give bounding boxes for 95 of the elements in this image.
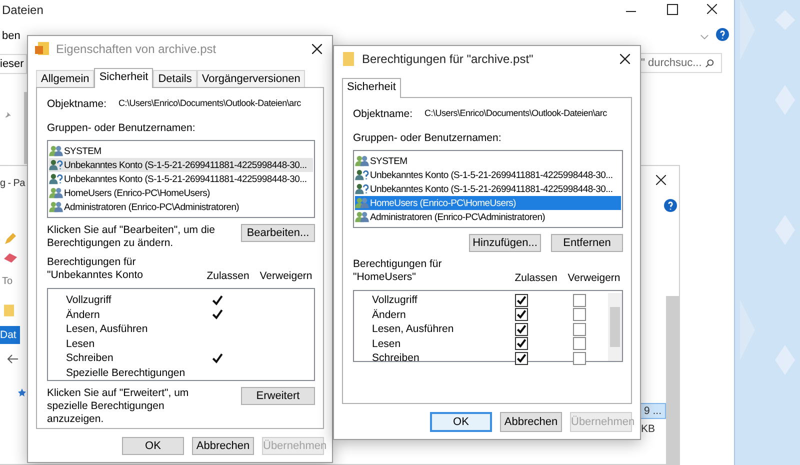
section-label: Gruppen- oder Benutzernamen: — [353, 132, 502, 144]
remove-button[interactable]: Entfernen — [551, 234, 623, 252]
size-text: KB — [641, 423, 656, 435]
permission-name: Schreiben — [66, 352, 114, 364]
user-list-item[interactable]: SYSTEM — [355, 154, 621, 168]
permission-name: Vollzugriff — [66, 294, 112, 306]
menu-item[interactable]: ben — [2, 30, 20, 42]
edit-button[interactable]: Bearbeiten... — [241, 224, 315, 242]
section-label: Berechtigungen für "HomeUsers" — [353, 258, 443, 284]
user-list-item[interactable]: SYSTEM — [49, 144, 313, 158]
tab[interactable]: Details — [153, 70, 197, 87]
users-icon — [49, 201, 63, 213]
maximize-icon[interactable] — [667, 4, 678, 15]
permission-name: Ändern — [66, 308, 101, 321]
close-icon[interactable] — [312, 44, 322, 54]
object-path: C:\Users\Enrico\Documents\Outlook-Dateien\arc — [118, 98, 301, 110]
file-button[interactable]: 9 ... — [640, 403, 666, 419]
dialog-button[interactable]: OK — [122, 437, 184, 455]
users-icon — [355, 197, 369, 209]
checkbox[interactable] — [572, 337, 586, 350]
unknown-user-icon — [355, 183, 369, 195]
close-icon[interactable] — [620, 54, 630, 64]
users-icon — [49, 145, 63, 157]
users-icon — [355, 155, 369, 167]
chevron-icon[interactable] — [700, 34, 709, 40]
advanced-button[interactable]: Erweitert — [241, 387, 315, 405]
column-header: Verweigern — [566, 272, 622, 284]
unknown-user-icon — [49, 173, 63, 185]
field-label: Objektname: — [353, 108, 413, 120]
folder-icon — [4, 304, 14, 317]
object-path: C:\Users\Enrico\Documents\Outlook-Dateien\arc — [424, 108, 607, 120]
user-list-item[interactable]: Unbekanntes Konto (S-1-5-21-2699411881-4225998448-30... — [49, 158, 313, 172]
help-icon[interactable] — [716, 28, 729, 41]
user-list-item[interactable]: HomeUsers (Enrico-PC\HomeUsers) — [49, 186, 313, 200]
help-icon[interactable] — [664, 199, 677, 212]
close-icon[interactable] — [656, 175, 666, 185]
section-label: Berechtigungen für "Unbekanntes Konto — [47, 256, 144, 282]
section-label: Gruppen- oder Benutzernamen: — [47, 122, 196, 134]
user-list-item[interactable]: Unbekanntes Konto (S-1-5-21-2699411881-4225998448-30... — [355, 182, 621, 196]
hint-text: Klicken Sie auf "Erweitert", um spezielle Berechtigungen anzuzeigen. — [47, 387, 190, 426]
dialog-button[interactable]: OK — [430, 412, 492, 432]
checkbox[interactable] — [514, 337, 528, 350]
users-icon — [355, 211, 369, 223]
permission-name: Lesen — [372, 338, 402, 350]
ribbon-tab[interactable]: Dat — [0, 326, 20, 344]
dialog-button[interactable]: Abbrechen — [500, 412, 562, 432]
tab[interactable]: Sicherheit — [342, 78, 401, 98]
tab[interactable]: Vorgängerversionen — [196, 70, 306, 87]
scrollbar[interactable] — [666, 296, 679, 465]
user-list-item[interactable]: Unbekanntes Konto (S-1-5-21-2699411881-4225998448-30... — [355, 168, 621, 182]
user-list-item[interactable]: Unbekanntes Konto (S-1-5-21-2699411881-4225998448-30... — [49, 172, 313, 186]
hint-text: Klicken Sie auf "Bearbeiten", um die Berechtigungen zu ändern. — [47, 224, 216, 250]
permission-name: Lesen — [66, 338, 96, 350]
scrollbar[interactable] — [608, 293, 622, 361]
column-header: Verweigern — [258, 270, 314, 282]
tab[interactable]: Allgemein — [36, 70, 94, 87]
permission-name: Lesen, Ausführen — [372, 323, 455, 336]
eraser-icon[interactable] — [4, 253, 17, 263]
checkbox[interactable] — [572, 308, 586, 322]
dialog-title: Eigenschaften von archive.pst — [56, 42, 218, 56]
checkbox[interactable] — [572, 294, 586, 307]
group-label: To — [2, 276, 13, 287]
folder-icon — [340, 51, 356, 67]
checkbox[interactable] — [572, 322, 586, 336]
field-label: Objektname: — [47, 98, 107, 110]
permission-name: Lesen, Ausführen — [66, 323, 149, 336]
add-button[interactable]: Hinzufügen... — [469, 234, 541, 252]
user-list-item[interactable]: HomeUsers (Enrico-PC\HomeUsers) — [355, 196, 621, 210]
star-icon[interactable] — [18, 388, 26, 397]
back-arrow-icon[interactable] — [6, 354, 18, 364]
checkbox[interactable] — [514, 308, 528, 322]
user-list-item[interactable]: Administratoren (Enrico-PC\Administratoren) — [355, 210, 621, 224]
checkbox[interactable] — [514, 322, 528, 336]
pin-icon[interactable] — [4, 111, 12, 119]
unknown-user-icon — [355, 169, 369, 181]
column-header: Zulassen — [206, 270, 250, 282]
checkbox[interactable] — [572, 352, 586, 365]
dialog-button[interactable]: Abbrechen — [192, 437, 254, 455]
permission-name: Schreiben — [372, 352, 420, 364]
dialog-title: Berechtigungen für "archive.pst" — [362, 52, 534, 66]
users-icon — [49, 187, 63, 199]
column-header: Zulassen — [514, 272, 558, 284]
user-list-item[interactable]: Administratoren (Enrico-PC\Administratoren) — [49, 200, 313, 214]
window-title: g - Pa — [0, 178, 25, 189]
tab[interactable]: Sicherheit — [94, 68, 154, 88]
search-icon — [704, 58, 714, 68]
checkbox[interactable] — [514, 352, 528, 365]
close-icon[interactable] — [707, 4, 717, 14]
checkbox[interactable] — [514, 294, 528, 307]
window-title: Dateien — [2, 3, 44, 17]
unknown-user-icon — [49, 159, 63, 171]
file-icon — [34, 41, 50, 57]
permission-name: Ändern — [372, 308, 407, 321]
permission-name: Spezielle Berechtigungen — [66, 366, 186, 379]
permission-name: Vollzugriff — [372, 294, 418, 306]
